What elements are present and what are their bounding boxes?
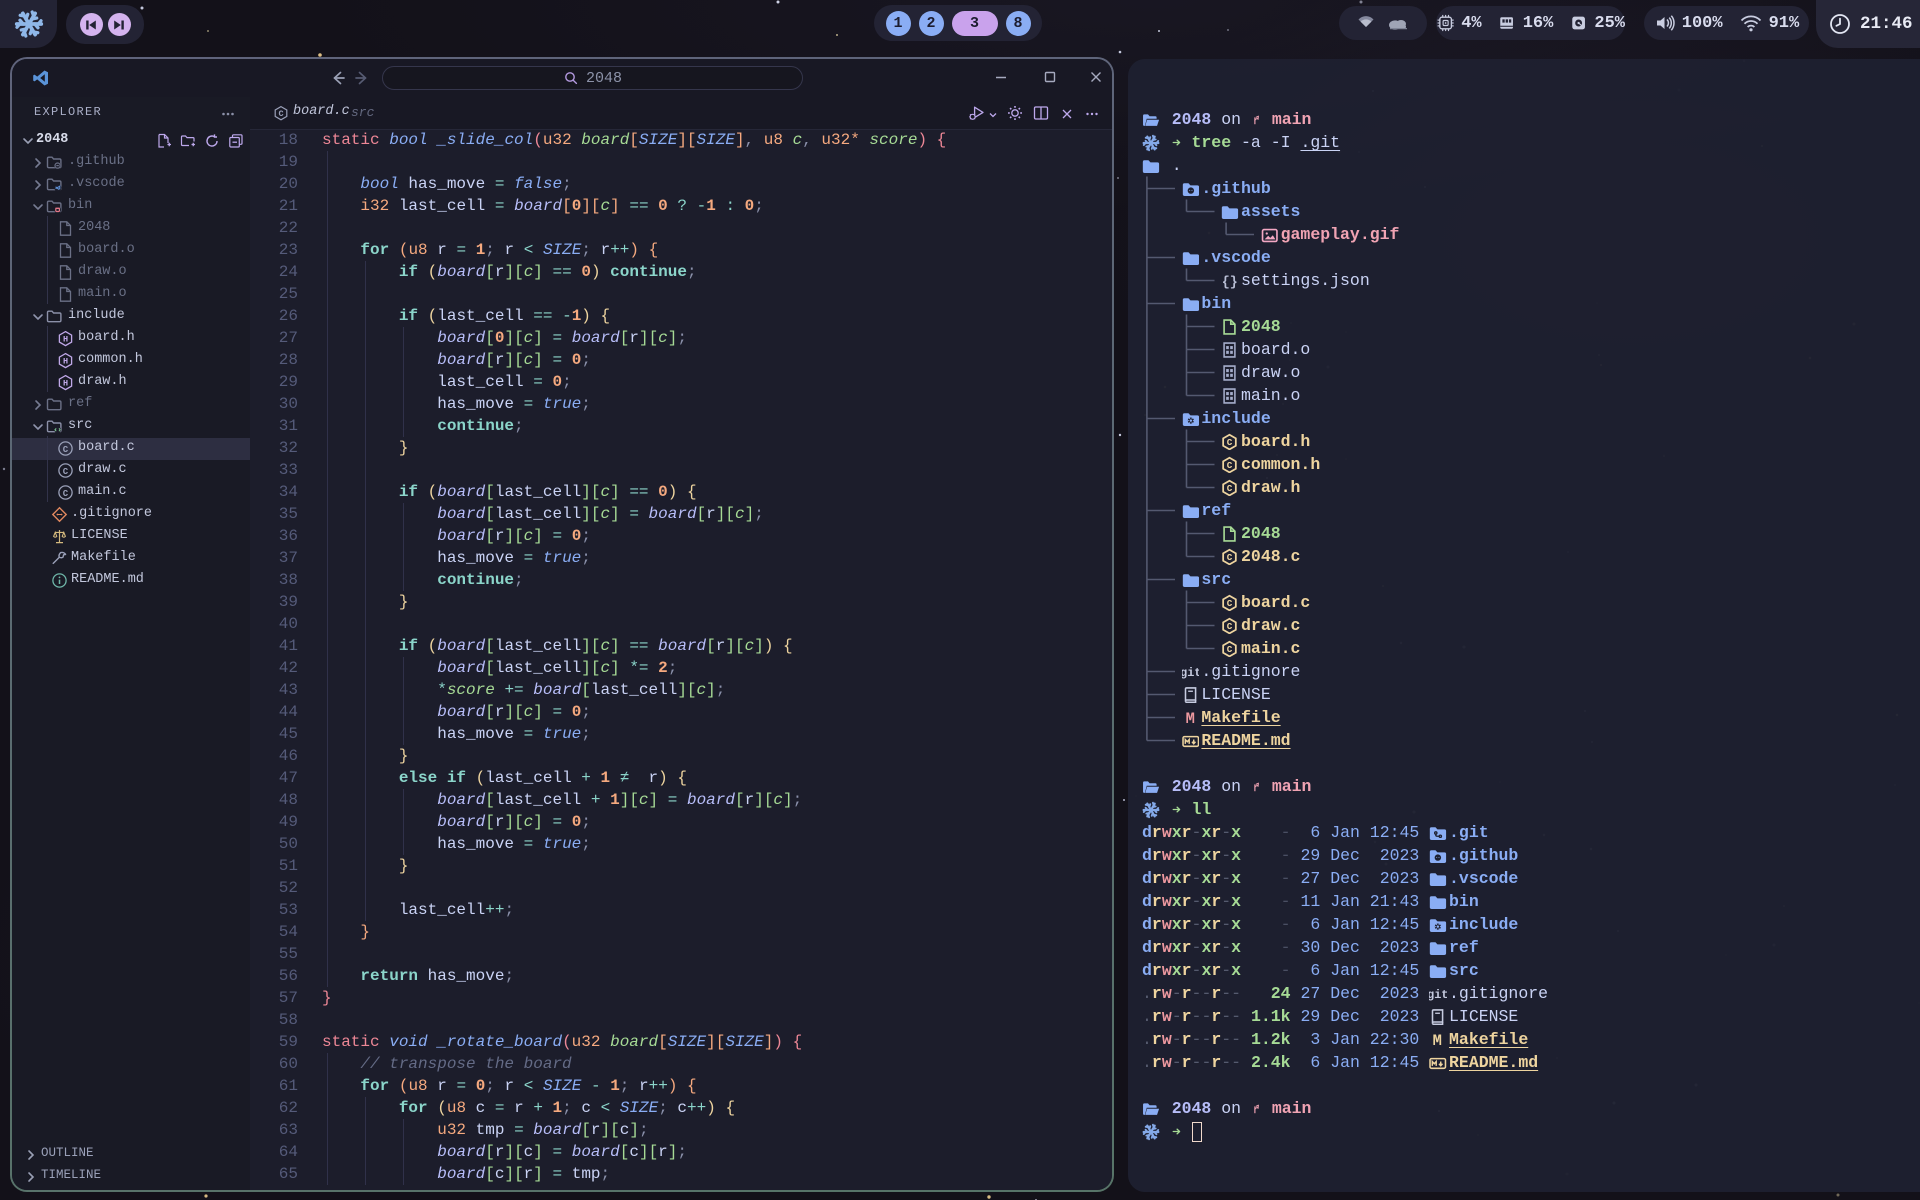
svg-text:H: H: [63, 357, 68, 367]
svg-text:M: M: [1185, 710, 1194, 727]
svg-text:C: C: [63, 489, 69, 499]
svg-text:H: H: [63, 335, 68, 345]
svg-text:C: C: [1227, 460, 1233, 471]
svg-text:C: C: [278, 109, 283, 119]
svg-text:M: M: [1433, 1032, 1442, 1049]
svg-text:git: git: [1182, 666, 1200, 680]
svg-text:C: C: [1227, 598, 1233, 609]
svg-text:C: C: [63, 467, 69, 477]
svg-text:git: git: [1429, 988, 1447, 1002]
svg-text:{}: {}: [1222, 275, 1238, 289]
svg-text:C: C: [1227, 437, 1233, 448]
svg-text:C: C: [1227, 644, 1233, 655]
svg-text:H: H: [63, 379, 68, 389]
svg-text:C: C: [1227, 552, 1233, 563]
svg-text:C: C: [1227, 483, 1233, 494]
svg-text:C: C: [1227, 621, 1233, 632]
svg-text:C: C: [63, 445, 69, 455]
